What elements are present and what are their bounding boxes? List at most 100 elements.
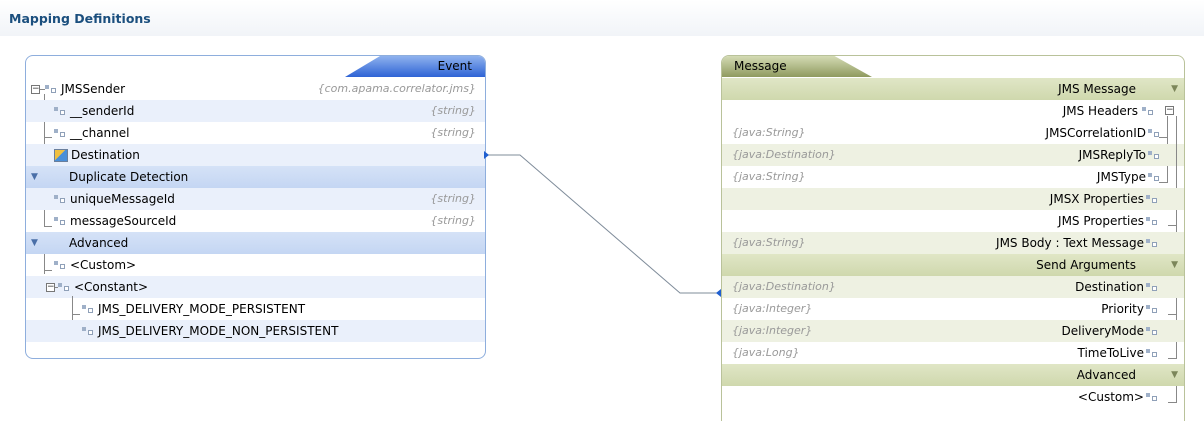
jms-headers-label: JMS Headers [1062,104,1138,118]
section-send-arguments[interactable]: Send Arguments ▼ [722,254,1184,276]
section-collapse-icon[interactable]: ▼ [31,232,38,254]
section-label: Send Arguments [1036,258,1136,272]
message-field-name: JMSType [1096,170,1146,184]
collapse-icon[interactable]: − [31,85,40,94]
event-constant-item[interactable]: JMS_DELIVERY_MODE_NON_PERSISTENT [26,320,485,342]
mapping-header: Mapping Definitions [0,0,1204,36]
connector-line[interactable] [484,154,721,294]
message-field-name: JMSReplyTo [1078,148,1146,162]
event-field-name: Destination [71,148,140,162]
section-jms-message[interactable]: JMS Message ▼ [722,78,1184,100]
message-tab[interactable]: Message [722,56,1184,77]
constant-item-label: JMS_DELIVERY_MODE_PERSISTENT [98,302,306,316]
event-field-row[interactable]: __senderId {string} [26,100,485,122]
event-root-name: JMSSender [61,82,126,96]
section-collapse-icon[interactable]: ▼ [31,166,38,188]
field-icon [54,107,66,116]
field-icon [1148,129,1160,138]
message-field-row[interactable]: {java:String} JMSType [722,166,1184,188]
send-arg-row[interactable]: {java:Long} TimeToLive [722,342,1184,364]
jms-properties-row[interactable]: JMS Properties [722,210,1184,232]
message-field-type: {java:Destination} [732,148,836,161]
section-duplicate-detection[interactable]: ▼ Duplicate Detection [26,166,485,188]
message-field-type: {java:Integer} [732,324,813,337]
field-icon [1148,151,1160,160]
message-panel: Message JMS Message ▼ JMS Headers − {jav… [721,55,1185,421]
event-field-row[interactable]: messageSourceId {string} [26,210,485,232]
field-icon [45,85,57,94]
jms-body-row[interactable]: {java:String} JMS Body : Text Message [722,232,1184,254]
message-field-row[interactable]: {java:String} JMSCorrelationID [722,122,1184,144]
field-icon [54,261,66,270]
field-icon [54,195,66,204]
message-field-name: JMSX Properties [1049,192,1144,206]
message-field-name: JMSCorrelationID [1045,126,1146,140]
section-collapse-icon[interactable]: ▼ [1171,78,1178,100]
field-icon [82,327,94,336]
destination-icon [54,149,68,162]
field-icon [1148,173,1160,182]
message-custom-row[interactable]: <Custom> [722,386,1184,408]
collapse-icon[interactable]: − [46,283,55,292]
event-field-row[interactable]: __channel {string} [26,122,485,144]
message-field-type: {java:Destination} [732,280,836,293]
section-advanced[interactable]: ▼ Advanced [26,232,485,254]
event-root-row[interactable]: − JMSSender {com.apama.correlator.jms} [26,78,485,100]
message-field-type: {java:String} [732,126,806,139]
field-icon [1146,349,1158,358]
constant-item-label: JMS_DELIVERY_MODE_NON_PERSISTENT [98,324,339,338]
message-field-type: {java:Long} [732,346,800,359]
send-arg-row[interactable]: {java:Integer} Priority [722,298,1184,320]
message-field-name: DeliveryMode [1061,324,1144,338]
message-field-type: {java:String} [732,236,806,249]
section-label: Advanced [1076,368,1136,382]
message-field-row[interactable]: {java:Destination} JMSReplyTo [722,144,1184,166]
message-field-name: Priority [1101,302,1144,316]
event-field-name: uniqueMessageId [70,192,175,206]
event-field-type: {string} [430,126,476,139]
custom-label: <Custom> [1077,390,1144,404]
page-title: Mapping Definitions [9,11,151,26]
section-label: Advanced [69,236,129,250]
message-field-name: Destination [1075,280,1144,294]
event-field-name: __channel [70,126,130,140]
event-root-type: {com.apama.correlator.jms} [317,82,476,95]
field-icon [1146,327,1158,336]
event-custom-row[interactable]: <Custom> [26,254,485,276]
jmsx-properties-row[interactable]: JMSX Properties [722,188,1184,210]
field-icon [1146,305,1158,314]
field-icon [1146,239,1158,248]
section-advanced-message[interactable]: Advanced ▼ [722,364,1184,386]
field-icon [1146,393,1158,402]
event-field-row-destination[interactable]: Destination [26,144,485,166]
send-arg-row-destination[interactable]: {java:Destination} Destination [722,276,1184,298]
message-tab-label: Message [734,59,787,73]
event-tab[interactable]: Event [26,56,485,77]
event-panel: Event − JMSSender {com.apama.correlator.j… [25,55,486,359]
field-icon [82,305,94,314]
event-field-type: {string} [430,192,476,205]
field-icon [1142,107,1154,116]
event-field-type: {string} [430,214,476,227]
section-label: JMS Message [1058,82,1136,96]
section-collapse-icon[interactable]: ▼ [1171,364,1178,386]
event-field-row[interactable]: uniqueMessageId {string} [26,188,485,210]
event-constant-item[interactable]: JMS_DELIVERY_MODE_PERSISTENT [26,298,485,320]
collapse-icon[interactable]: − [1165,106,1174,115]
message-field-type: {java:String} [732,170,806,183]
field-icon [58,283,70,292]
field-icon [54,217,66,226]
section-collapse-icon[interactable]: ▼ [1171,254,1178,276]
constant-label: <Constant> [74,280,149,294]
event-field-name: messageSourceId [70,214,177,228]
event-field-name: __senderId [70,104,135,118]
message-field-name: JMS Properties [1058,214,1144,228]
event-constant-row[interactable]: − <Constant> [26,276,485,298]
field-icon [1146,217,1158,226]
message-field-name: JMS Body : Text Message [996,236,1144,250]
send-arg-row[interactable]: {java:Integer} DeliveryMode [722,320,1184,342]
event-field-type: {string} [430,104,476,117]
field-icon [1146,283,1158,292]
message-field-name: TimeToLive [1077,346,1144,360]
jms-headers-row[interactable]: JMS Headers − [722,100,1184,122]
